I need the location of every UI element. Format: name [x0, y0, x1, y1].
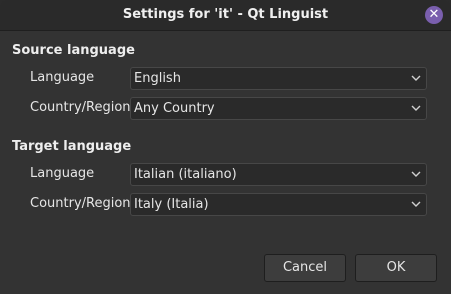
- source-country-label: Country/Region: [30, 100, 131, 115]
- target-language-label: Language: [30, 166, 95, 181]
- close-icon: ✕: [428, 7, 440, 22]
- target-language-value: Italian (italiano): [134, 167, 237, 182]
- settings-dialog: Settings for 'it' - Qt Linguist ✕ Source…: [0, 0, 451, 294]
- chevron-down-icon: [411, 201, 421, 207]
- source-country-value: Any Country: [134, 101, 215, 116]
- target-language-combo[interactable]: Italian (italiano): [130, 163, 427, 186]
- target-country-value: Italy (Italia): [134, 197, 209, 212]
- source-language-combo[interactable]: English: [130, 67, 427, 90]
- close-button[interactable]: ✕: [425, 6, 443, 24]
- target-country-combo[interactable]: Italy (Italia): [130, 193, 427, 216]
- cancel-button[interactable]: Cancel: [264, 254, 346, 282]
- titlebar[interactable]: Settings for 'it' - Qt Linguist ✕: [0, 0, 451, 31]
- target-language-heading: Target language: [12, 139, 132, 154]
- chevron-down-icon: [411, 171, 421, 177]
- target-country-label: Country/Region: [30, 196, 131, 211]
- source-language-value: English: [134, 71, 181, 86]
- ok-button[interactable]: OK: [355, 254, 437, 282]
- chevron-down-icon: [411, 105, 421, 111]
- source-country-combo[interactable]: Any Country: [130, 97, 427, 120]
- source-language-label: Language: [30, 70, 95, 85]
- window-title: Settings for 'it' - Qt Linguist: [122, 7, 329, 22]
- chevron-down-icon: [411, 75, 421, 81]
- source-language-heading: Source language: [12, 43, 135, 58]
